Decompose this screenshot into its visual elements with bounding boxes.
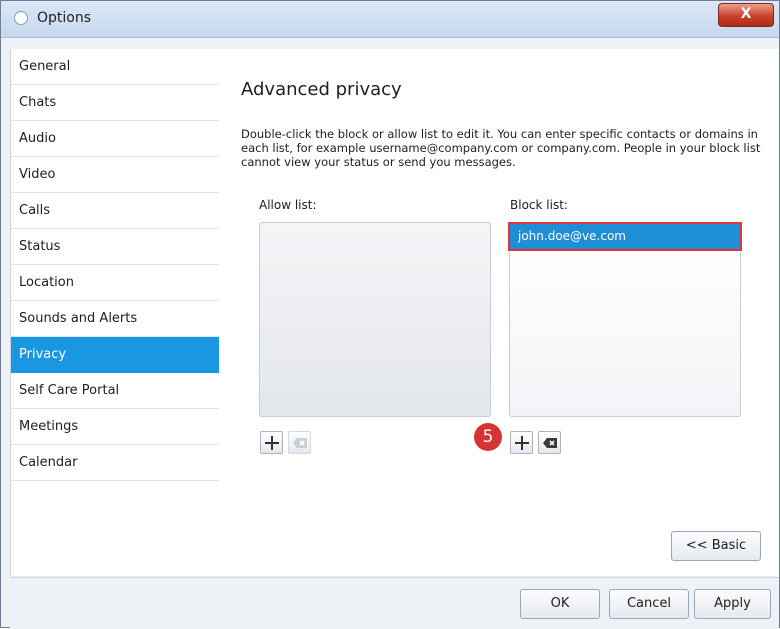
plus-icon <box>515 436 529 450</box>
sidebar-item-meetings[interactable]: Meetings <box>11 409 219 445</box>
allow-remove-button[interactable] <box>288 431 311 454</box>
close-button[interactable]: X <box>718 3 774 27</box>
allow-list[interactable] <box>259 222 491 417</box>
delete-icon <box>293 438 307 448</box>
page-title: Advanced privacy <box>241 79 402 100</box>
sidebar-item-audio[interactable]: Audio <box>11 121 219 157</box>
window-title: Options <box>37 10 92 26</box>
basic-button[interactable]: << Basic <box>671 531 761 561</box>
step-badge: 5 <box>474 423 502 451</box>
sidebar-item-privacy[interactable]: Privacy <box>11 337 219 373</box>
sidebar-item-chats[interactable]: Chats <box>11 85 219 121</box>
privacy-description: Double-click the block or allow list to … <box>241 127 761 169</box>
sidebar-item-calendar[interactable]: Calendar <box>11 445 219 481</box>
block-list[interactable] <box>509 222 741 417</box>
plus-icon <box>265 436 279 450</box>
sidebar-item-video[interactable]: Video <box>11 157 219 193</box>
block-list-label: Block list: <box>510 198 568 212</box>
app-icon <box>14 11 28 25</box>
sidebar-item-location[interactable]: Location <box>11 265 219 301</box>
block-remove-button[interactable] <box>538 431 561 454</box>
apply-button[interactable]: Apply <box>694 589 771 619</box>
sidebar-item-sounds-and-alerts[interactable]: Sounds and Alerts <box>11 301 219 337</box>
sidebar-item-general[interactable]: General <box>11 49 219 85</box>
block-list-entry[interactable]: john.doe@ve.com <box>508 222 742 251</box>
sidebar-item-status[interactable]: Status <box>11 229 219 265</box>
delete-icon <box>543 438 557 448</box>
sidebar-item-self-care-portal[interactable]: Self Care Portal <box>11 373 219 409</box>
cancel-button[interactable]: Cancel <box>609 589 689 619</box>
ok-button[interactable]: OK <box>520 589 600 619</box>
sidebar-item-calls[interactable]: Calls <box>11 193 219 229</box>
options-window: Options X General Chats Audio Video Call… <box>0 0 780 629</box>
title-bar[interactable]: Options X <box>1 1 779 38</box>
block-add-button[interactable] <box>510 431 533 454</box>
allow-list-label: Allow list: <box>259 198 317 212</box>
allow-add-button[interactable] <box>260 431 283 454</box>
sidebar-nav: General Chats Audio Video Calls Status L… <box>10 49 220 576</box>
